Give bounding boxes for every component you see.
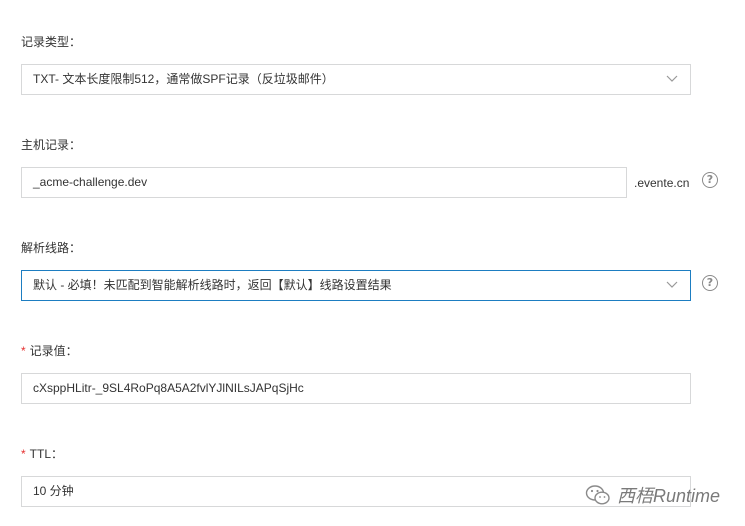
record-type-label: 记录类型：: [21, 35, 82, 49]
record-value-text: cXsppHLitr-_9SL4RoPq8A5A2fvlYJlNILsJAPqS…: [33, 381, 304, 395]
required-mark: *: [21, 344, 26, 358]
record-value-input[interactable]: cXsppHLitr-_9SL4RoPq8A5A2fvlYJlNILsJAPqS…: [21, 373, 691, 404]
record-type-value: TXT- 文本长度限制512，通常做SPF记录（反垃圾邮件）: [33, 72, 334, 86]
help-icon[interactable]: ?: [702, 275, 718, 291]
line-value: 默认 - 必填！未匹配到智能解析线路时，返回【默认】线路设置结果: [33, 278, 392, 292]
watermark: 西梧Runtime: [585, 482, 720, 508]
record-value-label-text: 记录值：: [29, 344, 78, 358]
ttl-label-text: TTL：: [29, 447, 64, 461]
required-mark: *: [21, 447, 26, 461]
record-value-label: * 记录值：: [21, 343, 78, 359]
chevron-down-icon: [666, 75, 678, 82]
wechat-icon: [585, 485, 610, 505]
host-record-input[interactable]: _acme-challenge.dev: [21, 167, 627, 198]
line-label: 解析线路：: [21, 241, 82, 255]
help-icon[interactable]: ?: [702, 172, 718, 188]
ttl-value: 10 分钟: [33, 484, 74, 498]
ttl-label: * TTL：: [21, 446, 63, 462]
host-record-label: 主机记录：: [21, 138, 82, 152]
watermark-text: 西梧Runtime: [617, 486, 721, 506]
record-type-select[interactable]: TXT- 文本长度限制512，通常做SPF记录（反垃圾邮件）: [21, 64, 691, 95]
line-select[interactable]: 默认 - 必填！未匹配到智能解析线路时，返回【默认】线路设置结果: [21, 270, 691, 301]
host-record-value: _acme-challenge.dev: [33, 175, 148, 189]
domain-suffix: .evente.cn: [634, 176, 690, 190]
chevron-down-icon: [666, 281, 678, 288]
